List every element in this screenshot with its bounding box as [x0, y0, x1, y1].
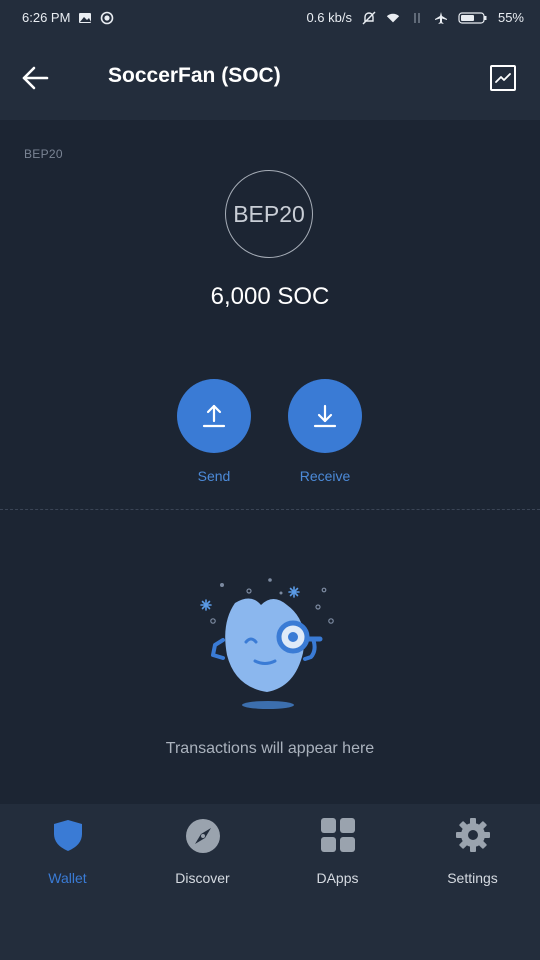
network-label: BEP20 [24, 147, 63, 161]
status-time: 6:26 PM [22, 10, 71, 25]
nav-item-settings[interactable]: Settings [405, 814, 540, 886]
nav-item-wallet[interactable]: Wallet [0, 814, 135, 886]
status-left: 6:26 PM [22, 10, 114, 25]
status-bar: 6:26 PM 0.6 kb/s 55% [0, 0, 540, 36]
nav-item-discover[interactable]: Discover [135, 814, 270, 886]
network-speed: 0.6 kb/s [306, 10, 352, 25]
page-title: SoccerFan (SOC) [108, 64, 281, 87]
nav-label-dapps: DApps [316, 870, 359, 886]
empty-state-message: Transactions will appear here [165, 740, 375, 757]
shield-icon [54, 820, 82, 851]
receive-button[interactable] [288, 379, 362, 453]
app-header: SoccerFan (SOC) [0, 36, 540, 120]
line-chart-icon [495, 73, 511, 83]
nav-label-settings: Settings [447, 870, 498, 886]
grid-icon [321, 818, 355, 852]
data-arrows-icon [414, 12, 420, 23]
bottom-nav: Wallet Discover DApps Settings [0, 804, 540, 960]
nav-label-discover: Discover [175, 870, 230, 886]
status-right: 0.6 kb/s 55% [306, 10, 524, 25]
upload-arrow-icon [202, 404, 226, 428]
airplane-icon [434, 11, 447, 24]
nav-item-dapps[interactable]: DApps [270, 814, 405, 886]
battery-percent: 55% [497, 10, 524, 25]
send-label[interactable]: Send [154, 468, 274, 484]
download-arrow-icon [313, 404, 337, 428]
token-logo: BEP20 [225, 170, 313, 258]
token-balance: 6,000 SOC [210, 283, 330, 310]
token-detail: BEP20 BEP20 6,000 SOC Send Receive Trans… [0, 120, 540, 804]
magnifier-mascot-illustration [200, 578, 334, 709]
send-button[interactable] [177, 379, 251, 453]
chart-button[interactable] [490, 65, 516, 91]
record-icon [101, 11, 114, 24]
bell-muted-icon [362, 11, 376, 24]
gear-icon [456, 818, 490, 852]
arrow-left-icon[interactable] [18, 62, 54, 94]
nav-label-wallet: Wallet [48, 870, 87, 886]
wifi-icon [386, 13, 400, 22]
receive-label[interactable]: Receive [265, 468, 385, 484]
battery-icon [458, 11, 487, 24]
section-divider [0, 509, 540, 510]
compass-icon [186, 819, 220, 853]
gallery-icon [79, 12, 92, 23]
